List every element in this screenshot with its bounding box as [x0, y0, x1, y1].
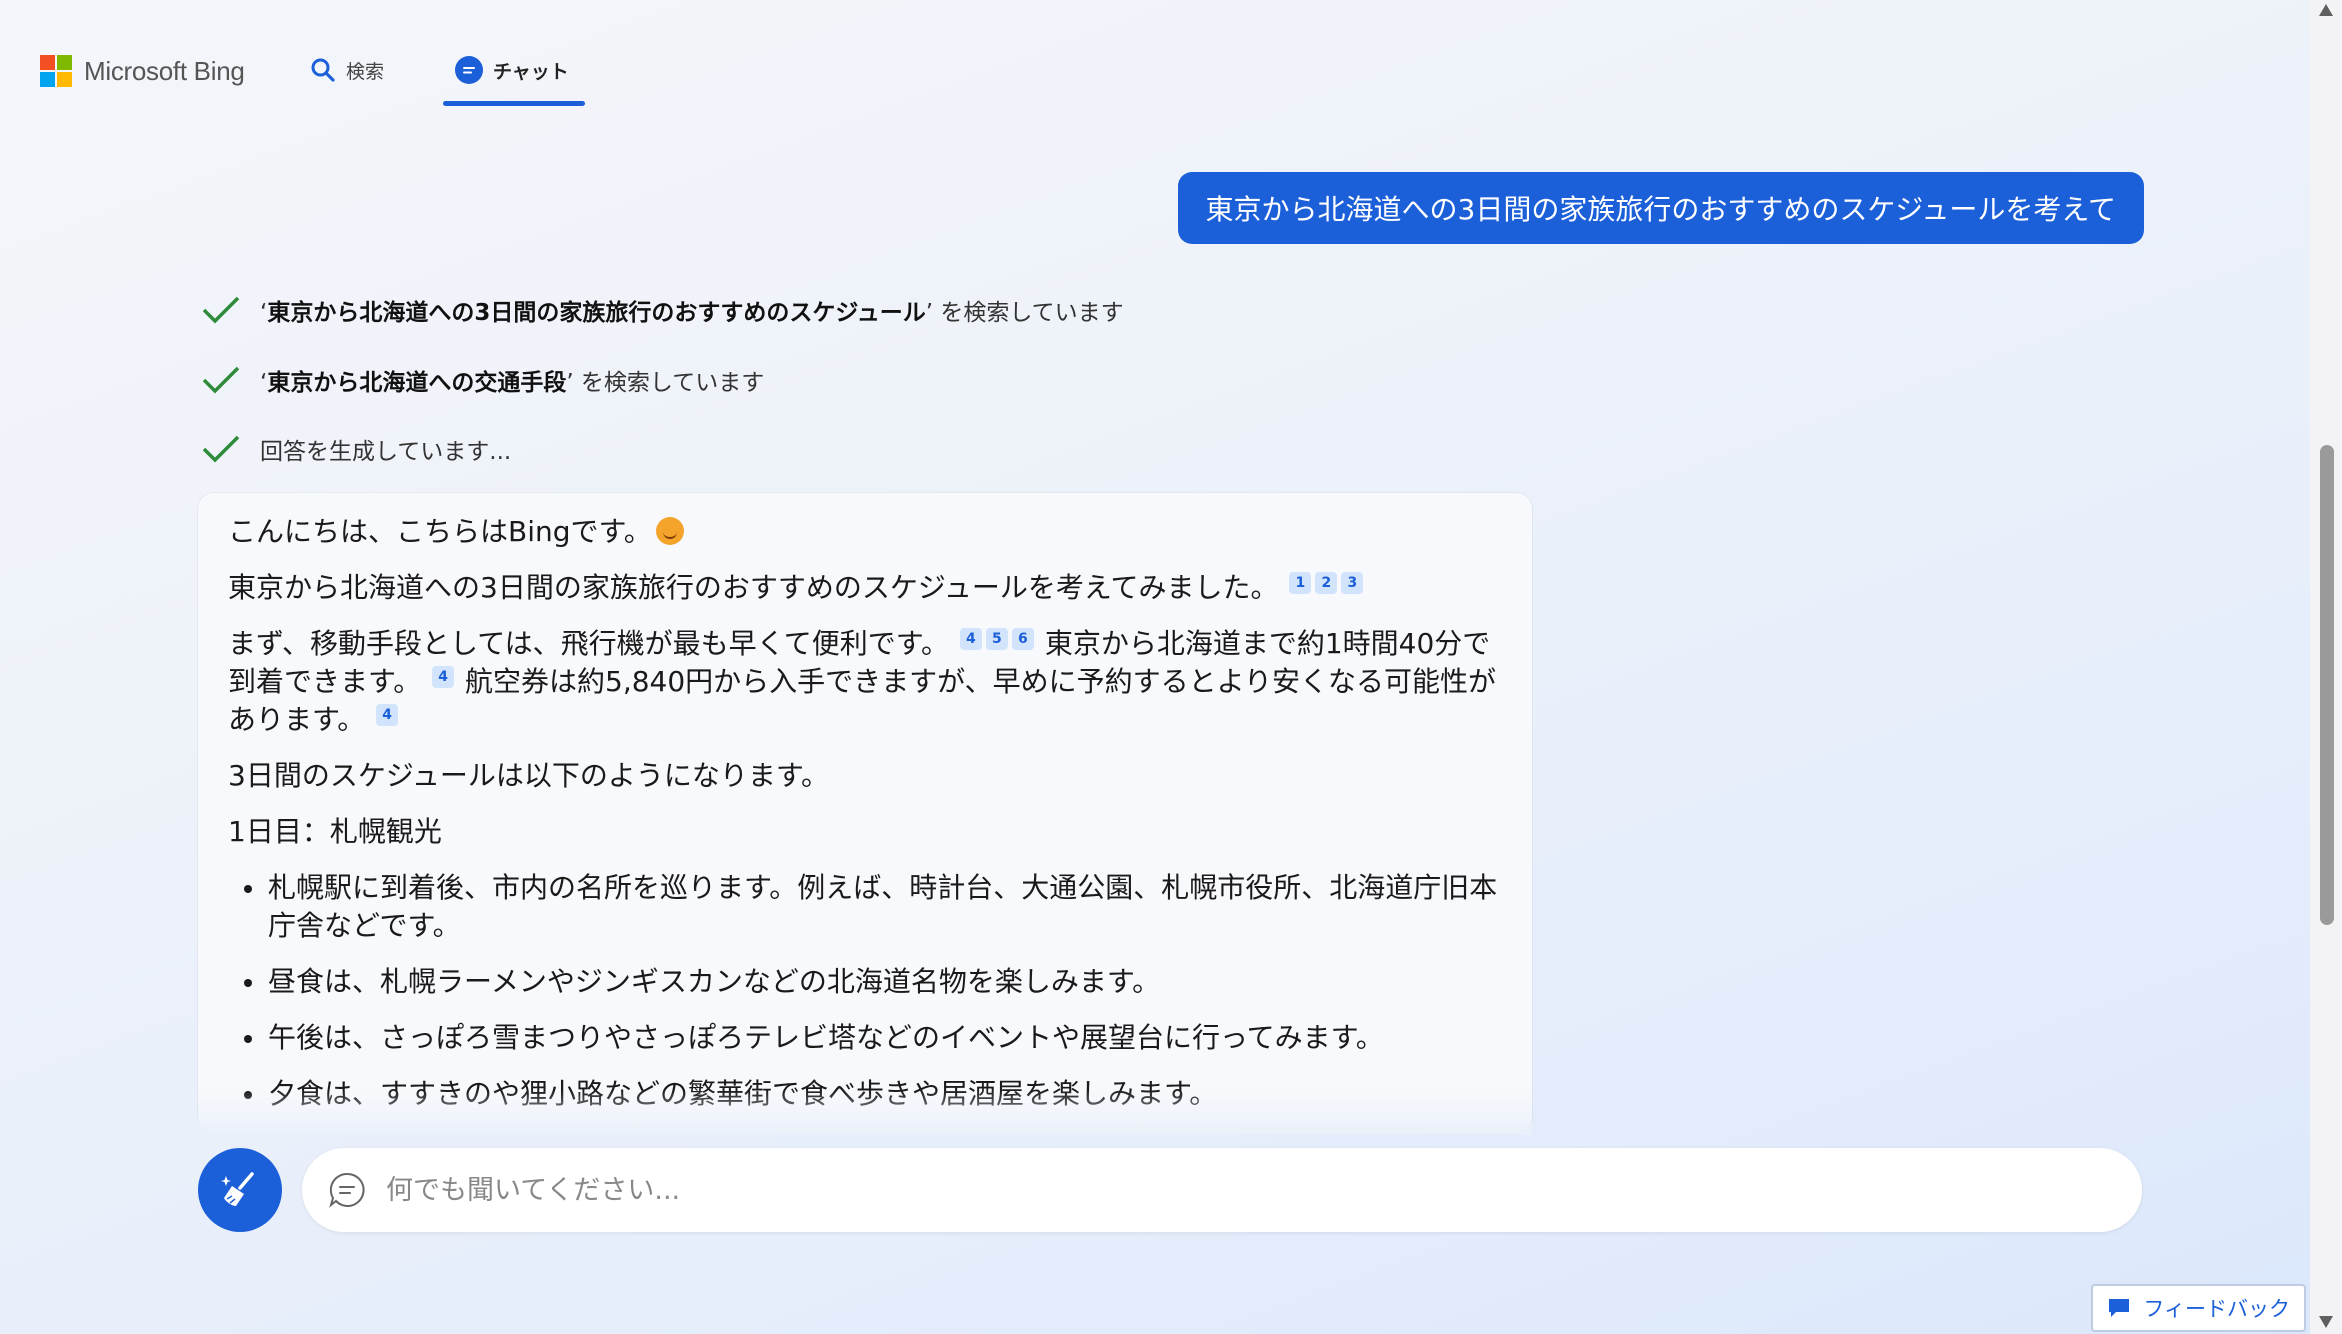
progress-text: ‘東京から北海道への交通手段’ を検索しています	[260, 370, 765, 396]
answer-paragraph-3: 3日間のスケジュールは以下のようになります。	[228, 759, 830, 792]
answer-paragraph-2: まず、移動手段としては、飛行機が最も早くて便利です。 456 東京から北海道まで…	[228, 625, 1502, 739]
feedback-button[interactable]: フィードバック	[2091, 1284, 2306, 1332]
logo-text: Microsoft Bing	[84, 55, 245, 86]
top-bar: Microsoft Bing 検索 チャット	[0, 0, 2310, 120]
bot-answer-card: こんにちは、こちらはBingです。 東京から北海道への3日間の家族旅行のおすすめ…	[198, 493, 1532, 1133]
progress-step-3: 回答を生成しています...	[200, 428, 511, 470]
search-query: 東京から北海道への3日間の家族旅行のおすすめのスケジュール	[267, 300, 926, 326]
citation-link[interactable]: 6	[1011, 627, 1034, 650]
progress-step-2: ‘東京から北海道への交通手段’ を検索しています	[200, 359, 764, 401]
list-item: 午後は、さっぽろ雪まつりやさっぽろテレビ塔などのイベントや展望台に行ってみます。	[238, 1019, 1502, 1057]
search-icon	[311, 58, 335, 82]
feedback-icon	[2109, 1299, 2130, 1317]
progress-suffix: を検索しています	[933, 300, 1124, 326]
scroll-down-arrow-icon[interactable]	[2319, 1316, 2333, 1328]
active-tab-indicator	[443, 101, 585, 106]
citation-link[interactable]: 1	[1289, 571, 1312, 594]
progress-text: 回答を生成しています...	[260, 439, 512, 465]
tab-search[interactable]: 検索	[310, 52, 384, 88]
chat-bubble-outline-icon	[329, 1172, 365, 1208]
tab-chat[interactable]: チャット	[455, 52, 569, 88]
citation-link[interactable]: 5	[985, 627, 1008, 650]
list-item: 昼食は、札幌ラーメンやジンギスカンなどの北海道名物を楽しみます。	[238, 963, 1502, 1001]
smile-emoji-icon	[655, 517, 684, 545]
day1-list: 札幌駅に到着後、市内の名所を巡ります。例えば、時計台、大通公園、札幌市役所、北海…	[238, 869, 1502, 1113]
list-item: 札幌駅に到着後、市内の名所を巡ります。例えば、時計台、大通公園、札幌市役所、北海…	[238, 869, 1502, 945]
check-icon	[200, 428, 242, 470]
broom-icon	[221, 1172, 254, 1206]
citation-link[interactable]: 4	[376, 703, 399, 726]
check-icon	[200, 289, 242, 331]
scroll-up-arrow-icon[interactable]	[2319, 4, 2333, 16]
citation-link[interactable]: 3	[1341, 571, 1364, 594]
progress-text: ‘東京から北海道への3日間の家族旅行のおすすめのスケジュール’ を検索しています	[260, 300, 1124, 326]
progress-step-1: ‘東京から北海道への3日間の家族旅行のおすすめのスケジュール’ を検索しています	[200, 289, 1124, 331]
citation-link[interactable]: 4	[959, 627, 982, 650]
new-topic-button[interactable]	[198, 1148, 282, 1232]
greeting-text: こんにちは、こちらはBingです。	[228, 515, 652, 548]
user-message-bubble: 東京から北海道への3日間の家族旅行のおすすめのスケジュールを考えて	[1177, 172, 2144, 244]
tab-search-label: 検索	[346, 60, 385, 83]
scrollbar-thumb[interactable]	[2320, 445, 2334, 925]
tab-chat-label: チャット	[493, 60, 569, 83]
progress-suffix: を検索しています	[573, 370, 765, 396]
scroll-fade	[198, 1090, 1532, 1135]
bing-logo[interactable]: Microsoft Bing	[40, 55, 245, 87]
chat-input[interactable]	[386, 1174, 1986, 1206]
answer-paragraph-1: 東京から北海道への3日間の家族旅行のおすすめのスケジュールを考えてみました。 1…	[228, 569, 1502, 607]
citation-link[interactable]: 2	[1315, 571, 1338, 594]
citation-link[interactable]: 4	[432, 665, 455, 688]
paragraph-text: まず、移動手段としては、飛行機が最も早くて便利です。	[228, 627, 950, 660]
microsoft-logo-icon	[40, 55, 72, 87]
answer-greeting: こんにちは、こちらはBingです。	[228, 513, 1502, 551]
paragraph-text: 東京から北海道への3日間の家族旅行のおすすめのスケジュールを考えてみました。	[228, 571, 1279, 604]
chat-input-box[interactable]	[302, 1148, 2142, 1232]
check-icon	[200, 359, 242, 401]
chat-icon	[455, 56, 483, 84]
search-query: 東京から北海道への交通手段	[267, 370, 567, 396]
scrollbar[interactable]	[2310, 0, 2342, 1334]
day1-heading: 1日目：札幌観光	[228, 815, 442, 848]
feedback-label: フィードバック	[2143, 1297, 2290, 1321]
